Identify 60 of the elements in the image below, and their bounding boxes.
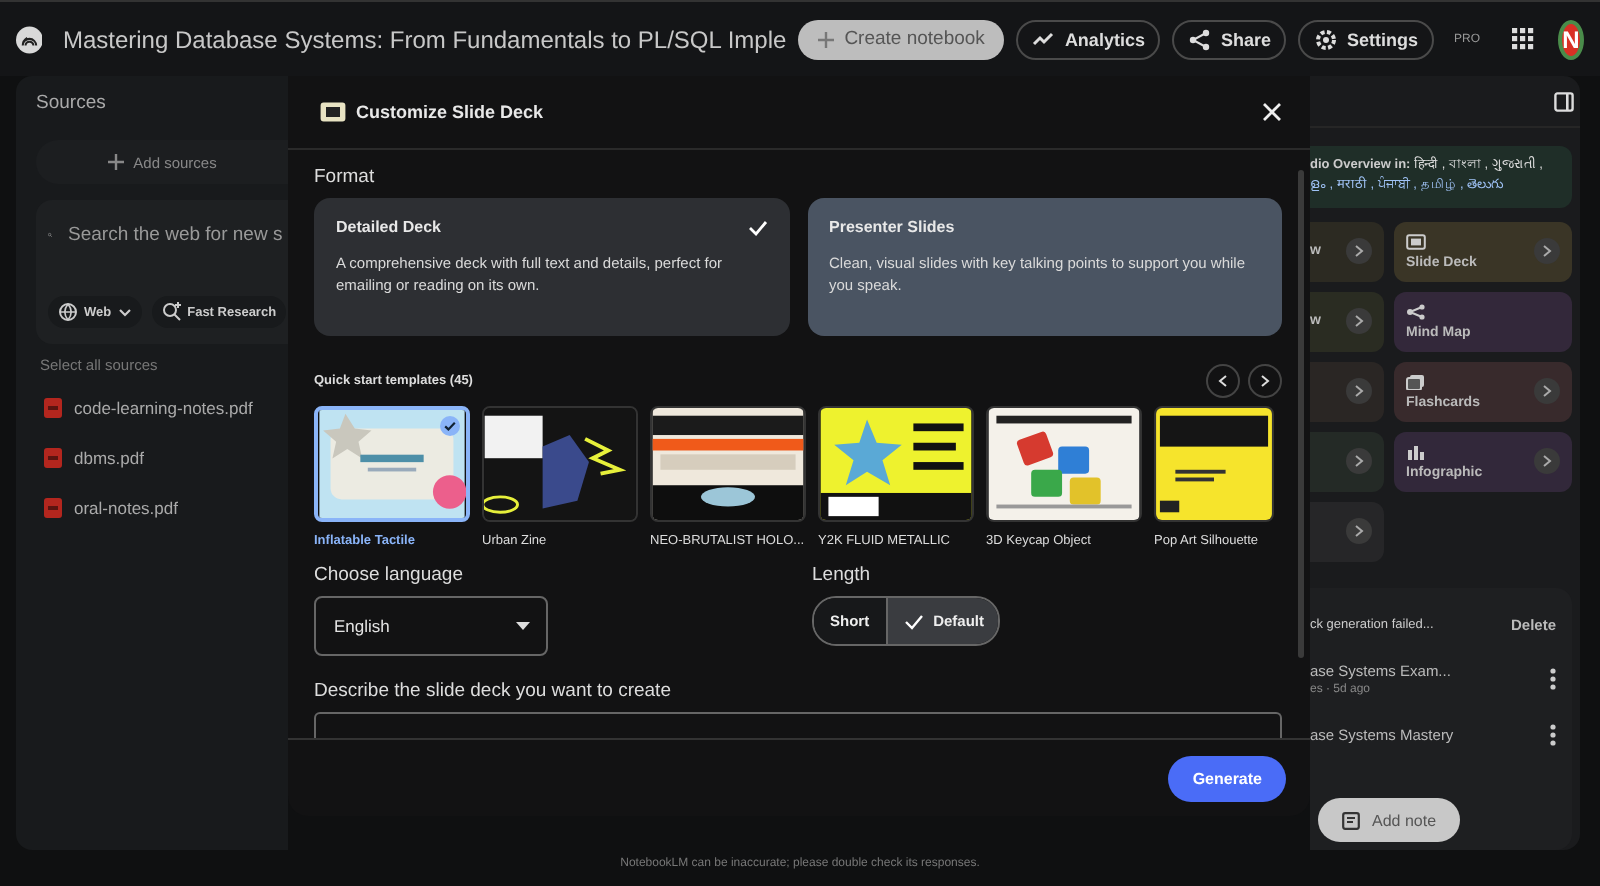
check-icon: [903, 613, 924, 629]
section-label: Describe the slide deck you want to create: [314, 680, 673, 702]
slides-icon: [1406, 233, 1426, 250]
close-icon[interactable]: [1262, 102, 1282, 122]
section-label: Choose language: [314, 564, 465, 586]
note-icon: [1342, 811, 1360, 829]
chevron-icon: [1542, 384, 1552, 399]
panel-toggle-icon[interactable]: [1554, 91, 1574, 111]
prev-icon: [1218, 374, 1228, 388]
globe-icon: [58, 302, 78, 322]
chevron-icon: [1354, 244, 1364, 259]
bar-chart-icon: [1406, 443, 1426, 460]
avatar[interactable]: N: [1558, 19, 1584, 59]
caret-icon: [516, 622, 530, 630]
create-notebook-button[interactable]: Create notebook: [798, 19, 1005, 59]
dialog-title: Customize Slide Deck: [356, 102, 546, 122]
chevron-icon: [1354, 454, 1364, 469]
chevron-icon: [1542, 454, 1552, 469]
source-item[interactable]: code-learning-notes.pdf: [74, 398, 253, 418]
more-icon[interactable]: [1550, 667, 1556, 690]
pdf-icon: [44, 398, 62, 418]
pdf-icon: [44, 498, 62, 518]
toolbar-button[interactable]: Analytics: [1016, 19, 1161, 59]
check-icon: [747, 219, 767, 235]
slides-icon: [320, 102, 346, 122]
next-icon: [1260, 374, 1270, 388]
section-label: Length: [812, 564, 873, 586]
option-title: Presenter Slides: [829, 218, 955, 236]
carousel-button[interactable]: [1248, 364, 1282, 398]
chevron-icon: [1542, 244, 1552, 259]
add-note-button[interactable]: Add note: [1318, 798, 1461, 842]
source-item[interactable]: dbms.pdf: [74, 448, 144, 468]
cards-icon: [1406, 373, 1426, 390]
more-icon[interactable]: [1550, 723, 1556, 746]
caret-icon: [117, 307, 132, 317]
notebook-title: Mastering Database Systems: From Fundamentals to PL/SQL Imple: [62, 25, 787, 53]
toolbar-button[interactable]: Share: [1172, 19, 1287, 59]
settings-icon: [1314, 27, 1339, 51]
trend-icon: [1032, 27, 1057, 51]
apps-grid-icon[interactable]: [1512, 28, 1535, 50]
source-item[interactable]: oral-notes.pdf: [74, 498, 178, 518]
section-label: Format: [314, 166, 377, 188]
generate-button[interactable]: Generate: [1168, 755, 1286, 801]
panel-title: Sources: [36, 89, 108, 117]
option-title: Detailed Deck: [336, 218, 441, 236]
chevron-icon: [1354, 314, 1364, 329]
search-sparkle-icon: [161, 302, 182, 322]
chevron-icon: [1354, 524, 1364, 539]
plus-icon: [818, 31, 835, 47]
pdf-icon: [44, 448, 62, 468]
carousel-button[interactable]: [1206, 364, 1240, 398]
check-badge-icon: [440, 416, 460, 436]
template-thumbnail[interactable]: [1154, 406, 1274, 522]
language-dropdown[interactable]: English: [314, 596, 548, 656]
share-icon: [1188, 27, 1213, 51]
toolbar-button[interactable]: Settings: [1298, 19, 1434, 59]
search-field[interactable]: Search the web for new s: [68, 224, 288, 246]
plus-icon: [107, 154, 124, 170]
chevron-icon: [1354, 384, 1364, 399]
mind-map-icon: [1406, 303, 1426, 320]
